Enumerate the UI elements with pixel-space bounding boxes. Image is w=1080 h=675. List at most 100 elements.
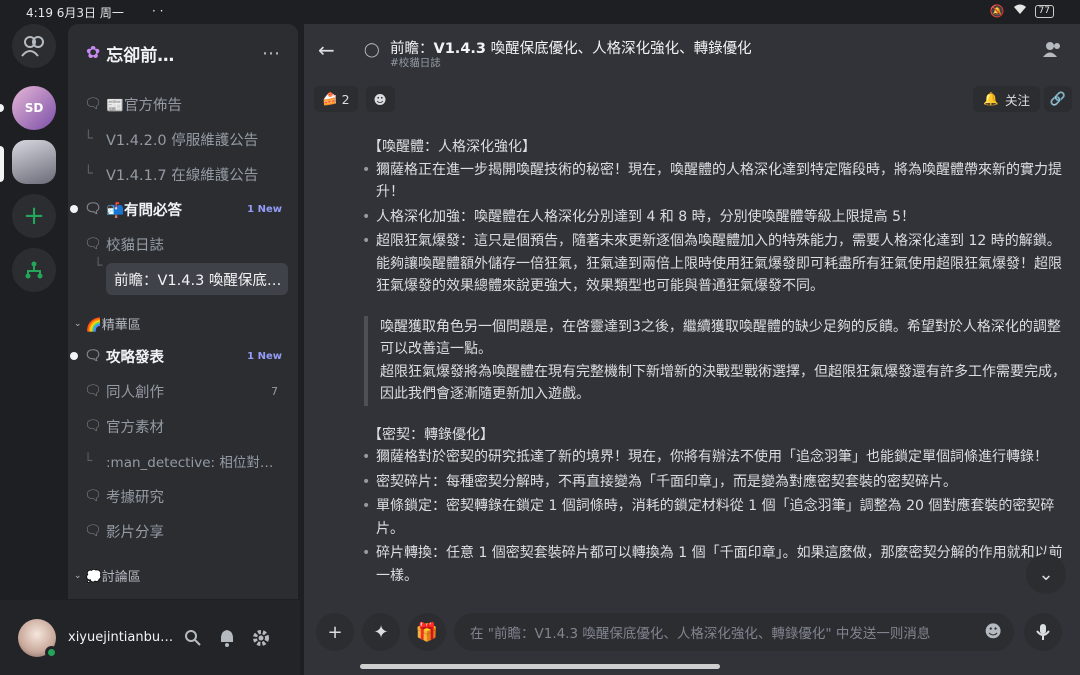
channel-school-cat-log[interactable]: 🗨 校貓日誌 [74, 228, 292, 260]
add-reaction-icon: ☻ [373, 91, 387, 107]
quote-line: 超限狂氣爆發將為喚醒體在現有完整機制下新增新的決戰型戰術選擇，但超限狂氣爆發還有… [380, 363, 1066, 403]
chevron-down-icon: ⌄ [74, 570, 82, 581]
post-count: 7 [271, 384, 278, 398]
post-content: 【喚醒體：人格深化強化】 獮薩格正在進一步揭開喚醒技術的秘密！現在，喚醒體的人格… [360, 136, 1072, 606]
thread-branch-icon: └ [84, 131, 93, 147]
quote-line: 喚醒獲取角色另一個問題是，在啓靈達到3之後，繼續獲取喚醒體的缺少足夠的反饋。希望… [380, 318, 1061, 358]
direct-messages-icon[interactable] [12, 24, 56, 68]
reaction-emoji-icon: 🍰 [322, 91, 338, 106]
message-composer: + ✦ 🎁 在 "前瞻：V1.4.3 喚醒保底優化、人格深化強化、轉錄優化" 中… [304, 607, 1080, 657]
status-icons: 🔕 77 [990, 4, 1054, 18]
forum-icon: 🗨 [84, 236, 102, 252]
bullet-list: 獮薩格對於密契的研究抵達了新的境界！現在，你將有辦法不使用「追念羽筆」也能鎖定單… [360, 446, 1072, 587]
channel-video-share[interactable]: 🗨 影片分享 [74, 515, 292, 547]
thread-branch-icon: └ [84, 166, 93, 182]
section-heading: 【密契：轉錄優化】 [368, 426, 494, 443]
gift-icon: 🎁 [415, 621, 439, 643]
battery-icon: 77 [1034, 4, 1054, 18]
unread-dot [70, 205, 78, 213]
section-heading: 【喚醒體：人格深化強化】 [368, 139, 536, 155]
microphone-icon [1036, 624, 1050, 640]
mute-icon: 🔕 [989, 4, 1005, 18]
add-reaction-button[interactable]: ☻ [365, 86, 395, 112]
category-highlights[interactable]: ⌄ 🌈精華區 [74, 314, 141, 333]
category-discussion[interactable]: ⌄ 💭討論區 [74, 566, 141, 585]
online-status-icon [45, 645, 58, 659]
channel-research[interactable]: 🗨 考據研究 [74, 480, 292, 512]
thread-branch-icon: └ [94, 258, 103, 274]
unread-dot [70, 352, 78, 360]
new-badge: 1 New [247, 350, 282, 362]
follow-button[interactable]: 🔔 关注 [973, 86, 1040, 112]
list-item: 超限狂氣爆發：這只是個預告，隨著未來更新逐個為喚醒體加入的特殊能力，需要人格深化… [360, 230, 1072, 298]
avatar[interactable] [18, 618, 58, 659]
forum-icon: 🗨 [84, 383, 102, 399]
channel-official-announcements[interactable]: 🗨 📰官方佈告 [74, 88, 292, 120]
status-dots: · · [152, 4, 164, 18]
forum-icon: 🗨 [84, 418, 102, 434]
bell-icon[interactable] [210, 621, 244, 655]
thread-man-detective[interactable]: └:man_detective: 相位對… [74, 445, 292, 477]
unread-indicator [0, 104, 4, 112]
list-item: 密契碎片：每種密契分解時，不再直接變為「千面印章」，而是變為對應密契套裝的密契碎… [360, 471, 1072, 494]
reaction-chip[interactable]: 🍰 2 [314, 86, 358, 112]
list-item: 人格深化加強：喚醒體在人格深化分別達到 4 和 8 時，分別使喚醒體等級上限提高… [360, 206, 1072, 229]
thread-branch-icon: └ [84, 453, 93, 469]
bullet-list: 獮薩格正在進一步揭開喚醒技術的秘密！現在，喚醒體的人格深化達到特定階段時，將為喚… [360, 159, 1072, 298]
emoji-icon[interactable]: ☻ [984, 622, 1002, 642]
voice-message-button[interactable] [1024, 613, 1062, 651]
blockquote: 喚醒獲取角色另一個問題是，在啓靈達到3之後，繼續獲取喚醒體的缺少足夠的反饋。希望… [364, 315, 1072, 406]
server-header[interactable]: ✿ 忘卻前… ⋯ [68, 24, 298, 82]
list-item: 獮薩格正在進一步揭開喚醒技術的秘密！現在，喚醒體的人格深化達到特定階段時，將為喚… [360, 159, 1072, 204]
message-placeholder: 在 "前瞻：V1.4.3 喚醒保底優化、人格深化強化、轉錄優化" 中发送一则消息 [470, 626, 931, 642]
forum-icon: 🗨 [84, 523, 102, 539]
apps-button[interactable]: ✦ [362, 613, 400, 651]
chevron-down-icon: ⌄ [74, 318, 82, 329]
server-current-icon[interactable] [12, 140, 56, 184]
thread-parent-channel[interactable]: #校貓日誌 [390, 55, 441, 70]
forum-icon: 🗨 [84, 201, 102, 217]
server-rail: SD + [0, 24, 68, 609]
thread-title: 前瞻：V1.4.3 喚醒保底優化、人格深化強化、轉錄優化 [390, 41, 752, 57]
thread-header: ← ◯ 前瞻：V1.4.3 喚醒保底優化、人格深化強化、轉錄優化 #校貓日誌 [304, 24, 1080, 80]
sparkle-grid-icon: ✦ [373, 621, 389, 643]
channel-guides[interactable]: 🗨 攻略發表 1 New [70, 340, 292, 372]
add-server-icon[interactable]: + [12, 194, 56, 238]
status-bar: 4:19 6月3日 周一 · · 🔕 77 [0, 0, 1080, 24]
thread-v1420[interactable]: └ V1.4.2.0 停服維護公告 [74, 123, 292, 155]
channel-official-assets[interactable]: 🗨 官方素材 [74, 410, 292, 442]
reaction-bar: 🍰 2 ☻ [314, 86, 395, 112]
username[interactable]: xiyuejintianbuch… [68, 630, 176, 645]
list-item: 獮薩格對於密契的研究抵達了新的境界！現在，你將有辦法不使用「追念羽筆」也能鎖定單… [360, 446, 1072, 469]
more-icon[interactable]: ⋯ [262, 43, 280, 64]
channel-fan-creations[interactable]: 🗨 同人創作 7 [74, 375, 292, 407]
discover-icon[interactable] [12, 248, 56, 292]
chevron-down-icon: ⌄ [1038, 563, 1054, 585]
status-time: 4:19 6月3日 周一 [26, 6, 124, 20]
selected-indicator [0, 146, 4, 182]
thread-v1417[interactable]: └ V1.4.1.7 在線維護公告 [74, 158, 292, 190]
gear-icon[interactable] [244, 621, 278, 655]
home-indicator[interactable] [360, 664, 720, 669]
search-icon[interactable] [176, 621, 210, 655]
thread-view: ← ◯ 前瞻：V1.4.3 喚醒保底優化、人格深化強化、轉錄優化 #校貓日誌 🍰… [304, 24, 1080, 675]
list-item: 碎片轉換：任意 1 個密契套裝碎片都可以轉換為 1 個「千面印章」。如果這麼做，… [360, 542, 1072, 587]
copy-link-button[interactable]: 🔗 [1044, 86, 1072, 112]
gift-button[interactable]: 🎁 [408, 613, 446, 651]
server-sd-icon[interactable]: SD [12, 86, 56, 130]
add-attachment-button[interactable]: + [316, 613, 354, 651]
user-panel: xiyuejintianbuch… [0, 600, 300, 675]
forum-icon: 🗨 [84, 96, 102, 112]
message-input[interactable]: 在 "前瞻：V1.4.3 喚醒保底優化、人格深化強化、轉錄優化" 中发送一则消息… [454, 613, 1014, 651]
forum-icon: 🗨 [84, 348, 102, 364]
thread-icon: ◯ [364, 42, 380, 58]
channel-qa[interactable]: 🗨 📬有問必答 1 New [70, 193, 292, 225]
list-item: 單條鎖定：密契轉錄在鎖定 1 個詞條時，消耗的鎖定材料從 1 個「追念羽筆」調整… [360, 495, 1072, 540]
channel-sidebar: ✿ 忘卻前… ⋯ 🗨 📰官方佈告 └ V1.4.2.0 停服維護公告 └ V1.4.1.… [68, 24, 298, 599]
link-icon: 🔗 [1049, 91, 1067, 107]
jump-to-bottom-button[interactable]: ⌄ [1026, 554, 1066, 594]
back-arrow-icon[interactable]: ← [318, 38, 335, 62]
server-name: ✿ 忘卻前… [86, 43, 175, 66]
thread-preview-v143[interactable]: 前瞻：V1.4.3 喚醒保底… [106, 263, 288, 295]
members-icon[interactable] [1042, 41, 1062, 62]
